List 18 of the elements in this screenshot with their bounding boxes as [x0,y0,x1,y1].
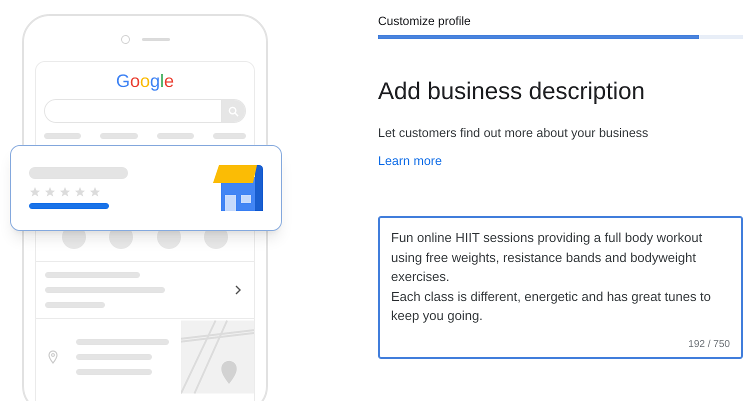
star-icon [29,186,41,198]
search-icon [228,106,238,116]
star-icon [74,186,86,198]
google-logo: Google [116,70,174,92]
storefront-icon [213,165,263,211]
page-heading: Add business description [378,77,646,107]
description-field[interactable]: Fun online HIIT sessions providing a full body workout using free weights, resistance bands and bodyweight exercises. Each class is different, energetic and has great tunes to keep you going. 192 / 750 [378,216,743,359]
camera-icon [120,35,130,44]
learn-more-link[interactable]: Learn more [378,153,442,169]
speaker-icon [142,38,170,41]
subtitle-text: Let customers find out more about your business [378,125,650,141]
star-icon [89,186,101,198]
step-label: Customize profile [378,13,472,29]
star-icon [44,186,56,198]
star-icon [59,186,71,198]
chevron-right-icon [234,285,242,295]
location-pin-icon [48,350,58,364]
character-counter: 192 / 750 [688,339,730,351]
